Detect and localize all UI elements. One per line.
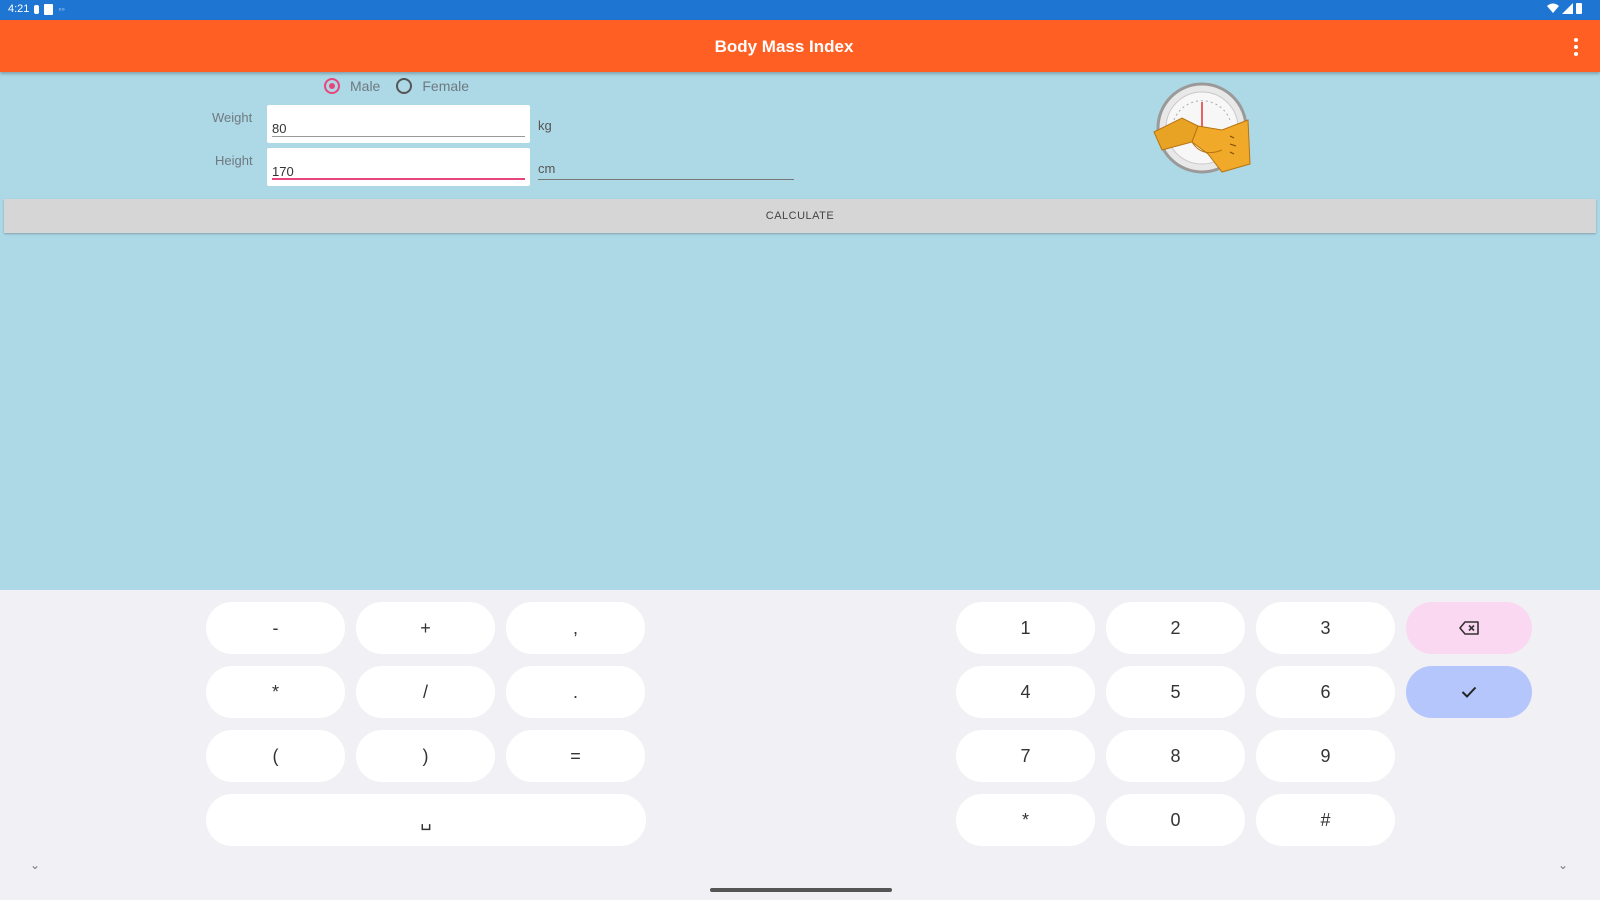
height-underline-focused: [272, 178, 525, 180]
status-left: 4:21 ◦◦: [8, 3, 65, 15]
height-unit: cm: [538, 161, 556, 176]
key-comma[interactable]: ,: [506, 602, 645, 654]
key-8[interactable]: 8: [1106, 730, 1245, 782]
key-9[interactable]: 9: [1256, 730, 1395, 782]
sim-card-icon: [44, 3, 54, 15]
keyboard-switch-chevron-icon[interactable]: ⌄: [1558, 858, 1568, 872]
notification-icon: [34, 4, 40, 14]
key-2[interactable]: 2: [1106, 602, 1245, 654]
home-indicator[interactable]: [710, 888, 892, 892]
key-slash[interactable]: /: [356, 666, 495, 718]
key-hash[interactable]: #: [1256, 794, 1395, 846]
app-bar: Body Mass Index: [0, 20, 1600, 72]
key-equals[interactable]: =: [506, 730, 645, 782]
weight-field-box: [267, 105, 530, 143]
height-label: Height: [215, 153, 253, 168]
key-star[interactable]: *: [956, 794, 1095, 846]
check-icon: [1461, 686, 1477, 698]
signal-icon: [1562, 3, 1573, 14]
backspace-icon: [1459, 621, 1479, 635]
key-6[interactable]: 6: [1256, 666, 1395, 718]
calculate-button[interactable]: CALCULATE: [4, 199, 1596, 233]
weight-unit: kg: [538, 118, 552, 133]
key-open-paren[interactable]: (: [206, 730, 345, 782]
battery-icon: [1576, 3, 1582, 14]
status-time: 4:21: [8, 3, 30, 15]
key-close-paren[interactable]: ): [356, 730, 495, 782]
weight-input[interactable]: [267, 105, 530, 143]
bathroom-scale-icon: [1153, 82, 1251, 174]
weight-label: Weight: [212, 110, 253, 125]
gender-radio-group: Male Female: [324, 78, 485, 94]
key-plus[interactable]: +: [356, 602, 495, 654]
hide-keyboard-chevron-icon[interactable]: ⌄: [30, 858, 40, 872]
radio-female-label: Female: [422, 78, 470, 94]
key-period[interactable]: .: [506, 666, 645, 718]
enter-key[interactable]: [1406, 666, 1532, 718]
key-7[interactable]: 7: [956, 730, 1095, 782]
height-field-box: [267, 148, 530, 186]
wifi-icon: [1547, 3, 1559, 13]
numeric-keyboard: - + , * / . ( ) = ␣ 1 2 3 4 5 6 7 8 9 * …: [0, 590, 1600, 900]
height-input[interactable]: [267, 148, 530, 186]
weight-underline: [272, 136, 525, 137]
key-4[interactable]: 4: [956, 666, 1095, 718]
key-minus[interactable]: -: [206, 602, 345, 654]
status-right: [1547, 3, 1582, 14]
height-unit-underline: [538, 179, 794, 180]
key-5[interactable]: 5: [1106, 666, 1245, 718]
key-1[interactable]: 1: [956, 602, 1095, 654]
key-space[interactable]: ␣: [206, 794, 646, 846]
backspace-key[interactable]: [1406, 602, 1532, 654]
radio-male-label: Male: [350, 78, 381, 94]
key-0[interactable]: 0: [1106, 794, 1245, 846]
key-3[interactable]: 3: [1256, 602, 1395, 654]
radio-female[interactable]: Female: [396, 78, 469, 94]
app-title: Body Mass Index: [714, 37, 854, 56]
radio-female-unchecked-icon[interactable]: [396, 78, 413, 94]
radio-male[interactable]: Male: [324, 78, 380, 94]
more-vert-icon[interactable]: [1572, 38, 1580, 56]
nfc-icon: ◦◦: [58, 4, 65, 14]
radio-male-checked-icon[interactable]: [324, 78, 340, 94]
status-bar: 4:21 ◦◦: [0, 0, 1600, 20]
key-asterisk[interactable]: *: [206, 666, 345, 718]
